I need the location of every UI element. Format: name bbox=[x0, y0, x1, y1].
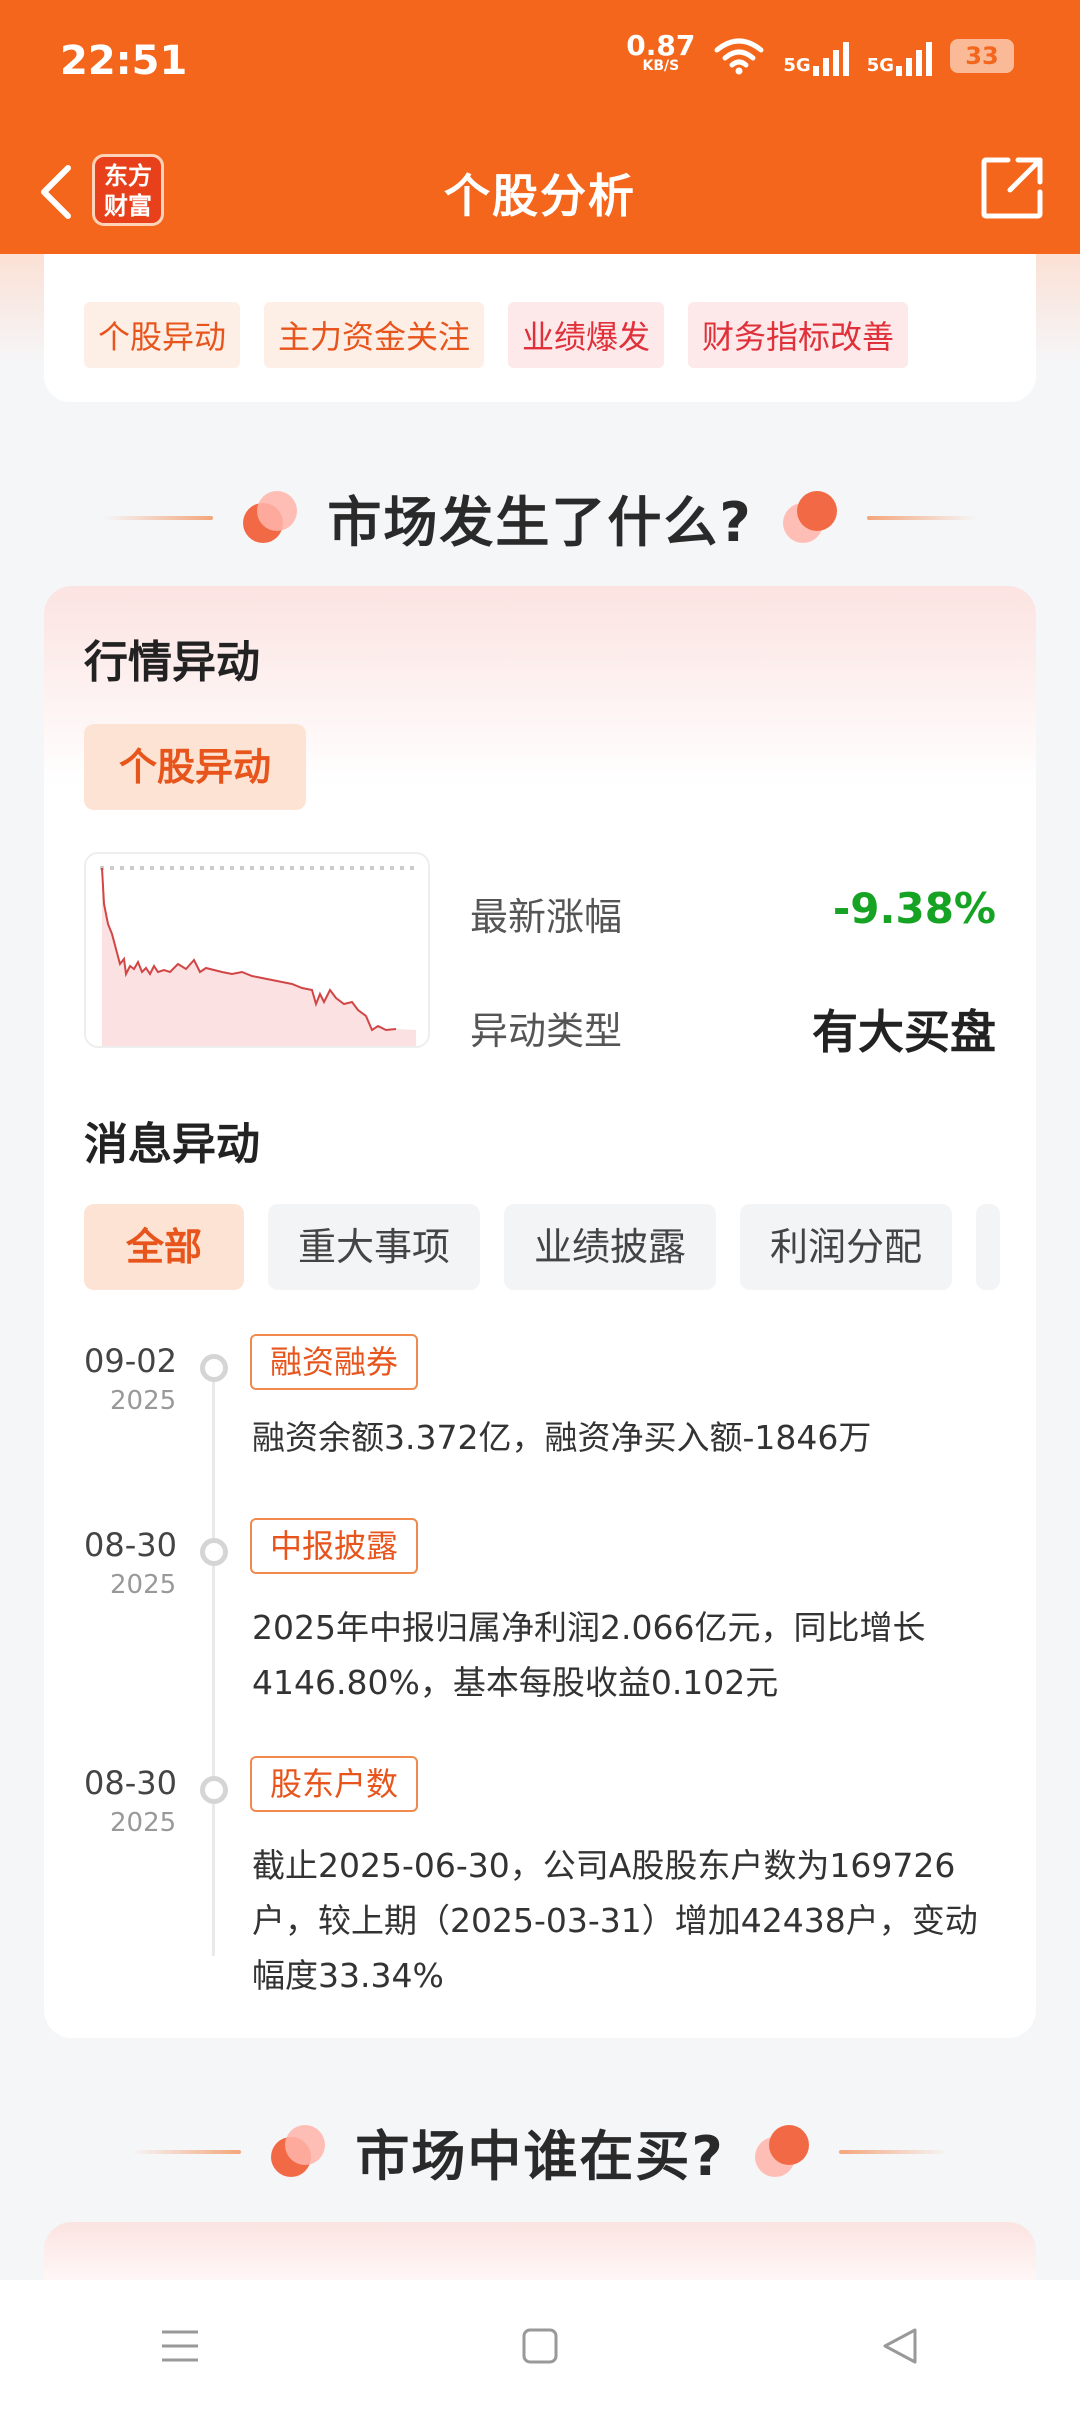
timeline-tag: 中报披露 bbox=[250, 1518, 419, 1574]
decor-line bbox=[131, 2149, 242, 2154]
timeline-line bbox=[212, 1366, 215, 1956]
timeline-year: 2025 bbox=[110, 1386, 177, 1416]
section-heading-buyers: 市场中谁在买? bbox=[0, 2112, 1080, 2191]
filter-tab-more[interactable] bbox=[976, 1204, 1001, 1290]
timeline-year: 2025 bbox=[110, 1808, 177, 1838]
market-anomaly-title: 行情异动 bbox=[84, 637, 260, 688]
menu-icon[interactable] bbox=[140, 2316, 220, 2376]
timeline-tag: 股东户数 bbox=[250, 1756, 419, 1812]
tag-chip[interactable]: 业绩爆发 bbox=[508, 302, 665, 368]
timeline-text: 2025年中报归属净利润2.066亿元，同比增长4146.80%，基本每股收益0… bbox=[252, 1608, 926, 1702]
filter-tab-earnings[interactable]: 业绩披露 bbox=[504, 1204, 717, 1290]
decor-ball-icon bbox=[753, 2123, 811, 2181]
stock-anomaly-badge[interactable]: 个股异动 bbox=[84, 724, 306, 810]
decor-line bbox=[838, 2149, 949, 2154]
tag-chip[interactable]: 主力资金关注 bbox=[264, 302, 485, 368]
decor-ball-icon bbox=[781, 489, 839, 547]
nav-bar: 东方 财富 个股分析 bbox=[0, 130, 1080, 254]
timeline-dot-icon bbox=[200, 1538, 228, 1566]
signal-5g-label: 5G bbox=[783, 55, 811, 76]
decor-ball-icon bbox=[241, 489, 299, 547]
timeline-date: 09-02 bbox=[84, 1342, 177, 1380]
decor-ball-icon bbox=[269, 2123, 327, 2181]
signal-5g-label-2: 5G bbox=[866, 55, 894, 76]
decor-line bbox=[866, 515, 977, 520]
anomaly-type-value: 有大买盘 bbox=[812, 1005, 996, 1059]
app-header: 22:51 0.87 KB/S 5G 5G 33 东方 财富 个股分析 bbox=[0, 0, 1080, 254]
decor-line bbox=[103, 515, 214, 520]
filter-tab-dividends[interactable]: 利润分配 bbox=[740, 1204, 953, 1290]
latest-change-label: 最新涨幅 bbox=[470, 895, 623, 939]
market-anomaly-card: 行情异动 个股异动 最新涨幅 -9.38% 异动类型 有大买盘 消息异动 全部 … bbox=[44, 586, 1036, 2038]
section-title: 市场中谁在买? bbox=[355, 2125, 725, 2188]
anomaly-type-label: 异动类型 bbox=[470, 1009, 623, 1053]
page-title: 个股分析 bbox=[444, 169, 636, 223]
status-bar: 22:51 0.87 KB/S 5G 5G 33 bbox=[0, 0, 1080, 124]
timeline-text: 截止2025-06-30，公司A股股东户数为169726户，较上期（2025-0… bbox=[252, 1846, 978, 1995]
signal-5g-icon-2: 5G bbox=[867, 36, 932, 76]
system-nav-bar bbox=[0, 2280, 1080, 2412]
timeline-text: 融资余额3.372亿，融资净买入额-1846万 bbox=[252, 1418, 872, 1457]
timeline-date: 08-30 bbox=[84, 1526, 177, 1564]
news-anomaly-title: 消息异动 bbox=[84, 1119, 260, 1170]
home-icon[interactable] bbox=[500, 2316, 580, 2376]
timeline-dot-icon bbox=[200, 1354, 228, 1382]
intraday-mini-chart[interactable] bbox=[84, 852, 430, 1048]
filter-tab-all[interactable]: 全部 bbox=[84, 1204, 245, 1290]
section-heading-market: 市场发生了什么? bbox=[0, 478, 1080, 557]
filter-tab-major-events[interactable]: 重大事项 bbox=[268, 1204, 481, 1290]
back-triangle-icon[interactable] bbox=[860, 2316, 940, 2376]
timeline-tag: 融资融券 bbox=[250, 1334, 419, 1390]
signal-5g-icon: 5G bbox=[783, 36, 849, 76]
timeline-date: 08-30 bbox=[84, 1764, 177, 1802]
net-speed-value: 0.87 bbox=[626, 29, 696, 62]
share-icon[interactable] bbox=[978, 154, 1046, 222]
intraday-chart-svg bbox=[100, 866, 418, 1046]
news-filter-tabs: 全部 重大事项 业绩披露 利润分配 bbox=[84, 1204, 1001, 1290]
net-speed: 0.87 KB/S bbox=[626, 29, 696, 76]
status-icons: 0.87 KB/S 5G 5G 33 bbox=[626, 29, 1014, 76]
tag-chip[interactable]: 个股异动 bbox=[84, 302, 241, 368]
latest-change-value: -9.38% bbox=[832, 884, 996, 933]
battery-icon: 33 bbox=[950, 39, 1014, 73]
section-title: 市场发生了什么? bbox=[327, 491, 753, 554]
wifi-icon bbox=[714, 38, 764, 75]
tag-chip[interactable]: 财务指标改善 bbox=[688, 302, 909, 368]
tag-row: 个股异动 主力资金关注 业绩爆发 财务指标改善 bbox=[84, 302, 909, 368]
status-time: 22:51 bbox=[60, 38, 188, 84]
timeline-year: 2025 bbox=[110, 1570, 177, 1600]
timeline-dot-icon bbox=[200, 1776, 228, 1804]
